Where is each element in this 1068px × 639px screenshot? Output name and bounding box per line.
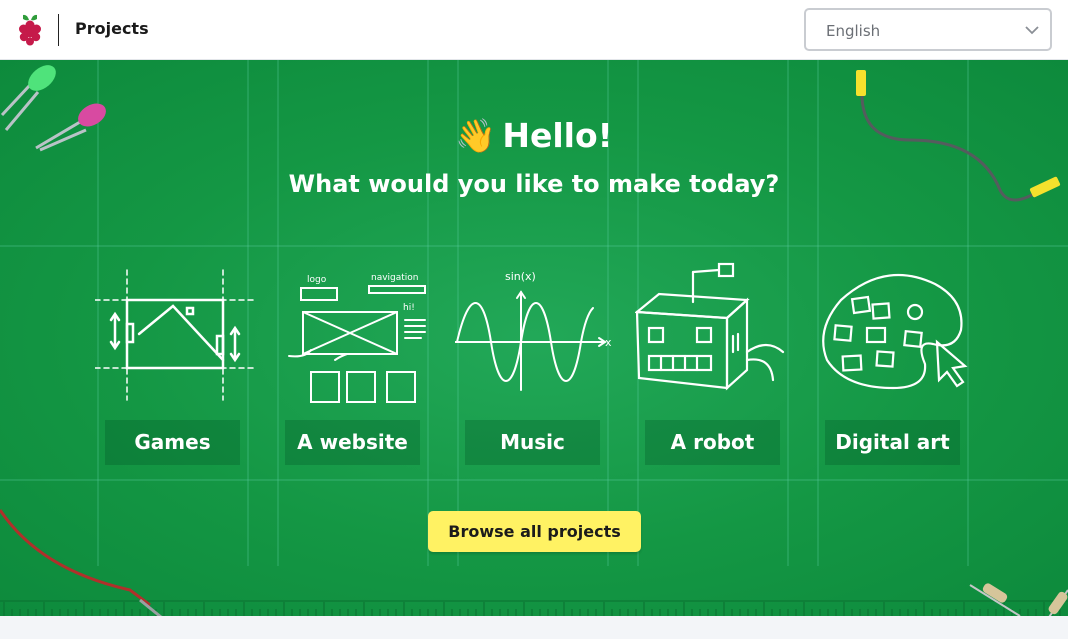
language-select[interactable]: English [804,8,1052,51]
greeting-text: Hello! [502,116,613,155]
site-title[interactable]: Projects [75,19,149,38]
svg-text:hi!: hi! [403,303,415,313]
category-card-music[interactable]: sin(x) x Music [455,260,615,470]
raspberry-pi-logo-icon[interactable] [14,12,46,48]
category-card-games[interactable]: Games [95,260,255,470]
svg-text:x: x [605,336,612,349]
robot-icon [635,262,785,391]
hero-section: 👋 Hello! What would you like to make toda… [0,60,1068,616]
category-label: A website [285,420,420,465]
digital-art-icon [822,273,968,390]
category-label: Digital art [825,420,960,465]
top-navigation-bar: Projects English [0,0,1068,60]
browse-all-projects-button[interactable]: Browse all projects [428,511,641,552]
header-divider [58,14,59,46]
hero-question: What would you like to make today? [288,170,780,198]
chevron-down-icon [1025,26,1039,35]
resistor-icon [969,583,1068,616]
category-label: Games [105,420,240,465]
category-label: Music [465,420,600,465]
language-select-value: English [826,22,881,40]
waving-hand-icon: 👋 [455,116,497,155]
games-icon [95,269,254,401]
category-card-website[interactable]: logo navigation hi! A website [275,260,435,470]
website-icon: logo navigation hi! [288,273,426,403]
red-wire-icon [0,509,163,616]
footer-strip [0,616,1068,639]
svg-text:sin(x): sin(x) [505,270,536,283]
music-icon: sin(x) x [455,270,612,391]
svg-text:logo: logo [307,275,327,285]
svg-text:navigation: navigation [371,273,419,283]
category-card-digital-art[interactable]: Digital art [815,260,975,470]
hero-greeting: 👋 Hello! [0,116,1068,156]
category-label: A robot [645,420,780,465]
category-card-robot[interactable]: A robot [635,260,795,470]
